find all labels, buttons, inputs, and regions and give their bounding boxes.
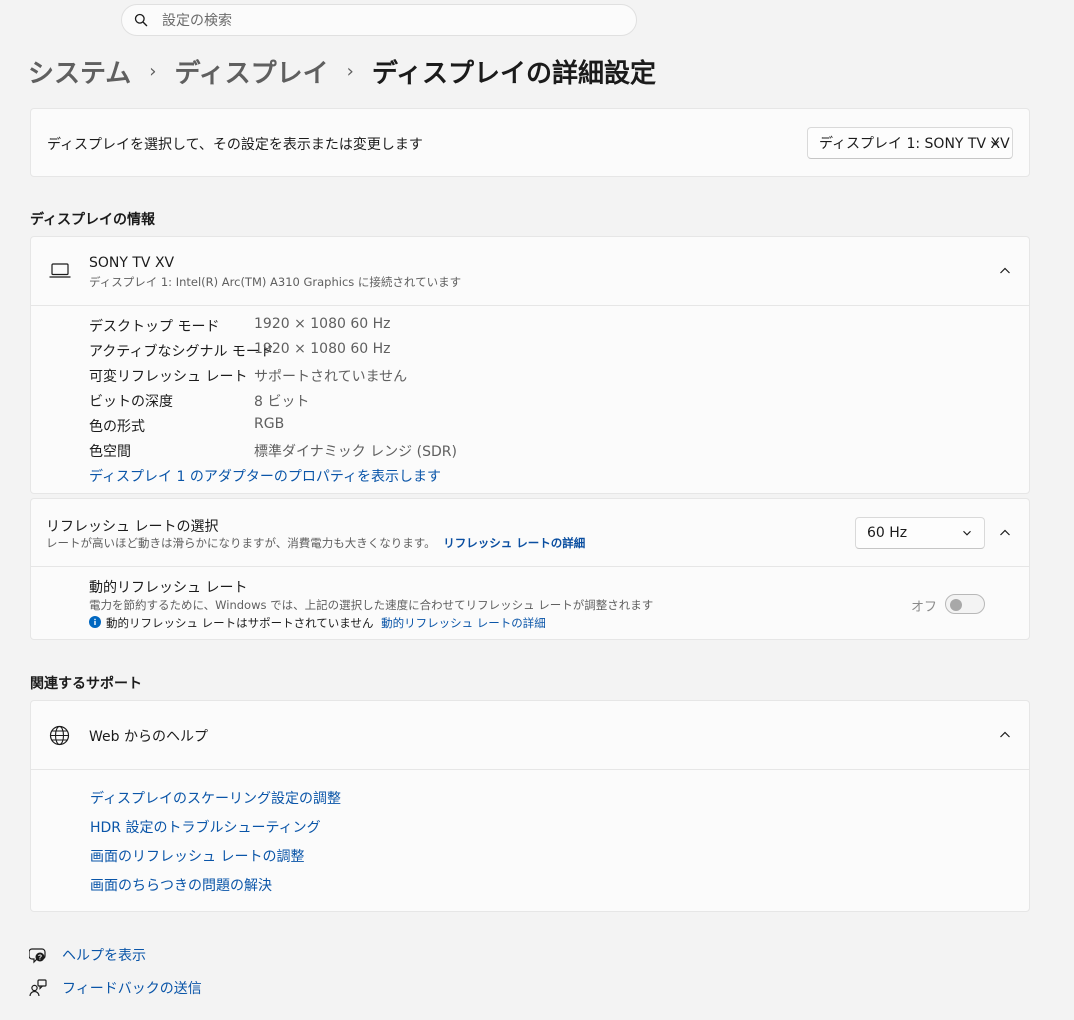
chevron-up-icon[interactable] [999,266,1011,276]
info-value: 8 ビット [254,394,310,410]
divider [31,566,1029,567]
dynamic-refresh-toggle[interactable] [945,594,985,614]
info-value: 1920 × 1080 60 Hz [254,316,391,332]
info-icon [89,616,101,628]
svg-text:?: ? [38,955,42,962]
send-feedback-link[interactable]: フィードバックの送信 [62,978,202,998]
breadcrumb-system[interactable]: システム [28,53,131,90]
display-info-header[interactable]: SONY TV XV ディスプレイ 1: Intel(R) Arc(TM) A3… [31,237,1029,305]
display-select-card: ディスプレイを選択して、その設定を表示または変更します ディスプレイ 1: SO… [30,108,1030,177]
display-dropdown-value: ディスプレイ 1: SONY TV XV [819,136,1010,152]
refresh-rate-dropdown[interactable]: 60 Hz [855,517,985,549]
support-link-refresh[interactable]: 画面のリフレッシュ レートの調整 [90,846,304,866]
info-key: アクティブなシグナル モード [89,344,274,360]
search-input[interactable]: 設定の検索 [162,10,232,30]
info-value: RGB [254,416,285,432]
chevron-down-icon [990,138,1000,148]
refresh-rate-card: リフレッシュ レートの選択 レートが高いほど動きは滑らかになりますが、消費電力も… [30,498,1030,640]
info-value: サポートされていません [254,369,408,385]
support-link-flicker[interactable]: 画面のちらつきの問題の解決 [90,875,272,895]
refresh-rate-title: リフレッシュ レートの選択 [46,519,219,535]
support-link-hdr[interactable]: HDR 設定のトラブルシューティング [90,817,321,837]
info-key: デスクトップ モード [89,319,220,335]
dynamic-refresh-desc: 電力を節約するために、Windows では、上記の選択した速度に合わせてリフレッ… [89,598,654,612]
search-box[interactable]: 設定の検索 [121,4,637,36]
dynamic-refresh-details-link[interactable]: 動的リフレッシュ レートの詳細 [381,616,546,630]
display-info-heading: ディスプレイの情報 [30,212,156,228]
web-help-card: Web からのヘルプ ディスプレイのスケーリング設定の調整 HDR 設定のトラブ… [30,700,1030,912]
info-value: 標準ダイナミック レンジ (SDR) [254,444,457,460]
info-key: 可変リフレッシュ レート [89,369,248,385]
divider [31,305,1029,306]
search-icon [134,13,148,27]
dynamic-refresh-note-text: 動的リフレッシュ レートはサポートされていません [106,616,374,630]
info-key: ビットの深度 [89,394,173,410]
related-support-heading: 関連するサポート [30,676,142,692]
display-subtitle: ディスプレイ 1: Intel(R) Arc(TM) A310 Graphics… [89,275,462,289]
chevron-up-icon[interactable] [999,528,1011,538]
info-key: 色の形式 [89,419,145,435]
toggle-knob [950,599,962,611]
get-help-link[interactable]: ヘルプを表示 [62,945,146,965]
help-icon: ? [29,946,47,964]
chevron-down-icon [962,528,972,538]
dynamic-refresh-title: 動的リフレッシュ レート [89,580,248,596]
feedback-icon [29,979,47,997]
divider [31,769,1029,770]
display-info-card: SONY TV XV ディスプレイ 1: Intel(R) Arc(TM) A3… [30,236,1030,494]
web-help-title: Web からのヘルプ [89,729,208,745]
page-title: ディスプレイの詳細設定 [371,58,657,89]
display-dropdown[interactable]: ディスプレイ 1: SONY TV XV [807,127,1013,159]
laptop-icon [49,263,71,279]
display-select-label: ディスプレイを選択して、その設定を表示または変更します [47,137,423,153]
dynamic-refresh-toggle-label: オフ [911,600,938,615]
breadcrumb-display[interactable]: ディスプレイ [174,53,328,90]
adapter-properties-link[interactable]: ディスプレイ 1 のアダプターのプロパティを表示します [89,466,441,486]
web-help-header[interactable]: Web からのヘルプ [31,701,1029,769]
refresh-rate-details-link[interactable]: リフレッシュ レートの詳細 [443,536,585,550]
chevron-right-icon: › [346,60,354,82]
dynamic-refresh-note: 動的リフレッシュ レートはサポートされていません 動的リフレッシュ レートの詳細 [106,615,546,631]
display-name: SONY TV XV [89,255,175,271]
info-key: 色空間 [89,444,131,460]
globe-icon [49,725,70,746]
chevron-up-icon[interactable] [999,730,1011,740]
chevron-right-icon: › [149,60,157,82]
breadcrumb: システム › ディスプレイ › ディスプレイの詳細設定 [28,50,656,92]
refresh-rate-desc-text: レートが高いほど動きは滑らかになりますが、消費電力も大きくなります。 [46,536,436,550]
refresh-rate-value: 60 Hz [867,525,908,541]
info-value: 1920 × 1080 60 Hz [254,341,391,357]
support-link-scaling[interactable]: ディスプレイのスケーリング設定の調整 [90,788,341,808]
refresh-rate-desc: レートが高いほど動きは滑らかになりますが、消費電力も大きくなります。 リフレッシ… [46,535,585,551]
